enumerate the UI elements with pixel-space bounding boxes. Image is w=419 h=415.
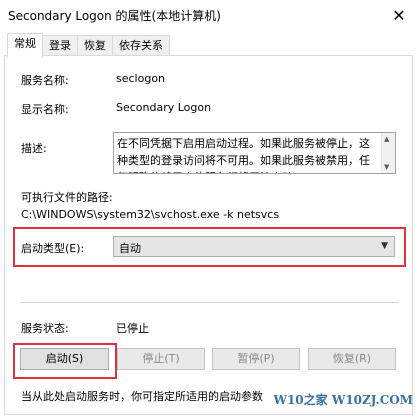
scroll-down-icon[interactable]: ▼ [384, 163, 389, 171]
stop-button[interactable]: 停止(T) [117, 348, 205, 370]
startup-type-select[interactable]: 自动 ▼ [113, 236, 395, 257]
section-divider [20, 302, 399, 303]
service-status-value: 已停止 [116, 322, 149, 335]
description-box[interactable]: 在不同凭据下启用启动过程。如果此服务被停止，这种类型的登录访问将不可用。如果此服… [113, 132, 396, 174]
description-scrollbar[interactable]: ▲ ▼ [381, 133, 395, 173]
close-icon[interactable]: ✕ [379, 0, 419, 30]
tab-general[interactable]: 常规 [7, 33, 43, 57]
startup-type-value: 自动 [119, 242, 141, 255]
pause-button[interactable]: 暂停(P) [212, 348, 300, 370]
chevron-down-icon: ▼ [381, 241, 388, 251]
display-name-value: Secondary Logon [116, 101, 212, 114]
exe-path-value: C:\WINDOWS\system32\svchost.exe -k netsv… [21, 208, 280, 221]
site-watermark: W10之家 W10ZJ.COM [273, 393, 413, 407]
tab-strip: 常规 登录 恢复 依存关系 [7, 33, 170, 57]
window-title: Secondary Logon 的属性(本地计算机) [8, 9, 221, 23]
service-name-value: seclogon [116, 72, 166, 85]
display-name-label: 显示名称: [21, 103, 69, 116]
resume-button[interactable]: 恢复(R) [308, 348, 396, 370]
service-name-label: 服务名称: [21, 74, 69, 87]
exe-path-label: 可执行文件的路径: [21, 191, 113, 204]
description-label: 描述: [21, 142, 47, 155]
tab-recovery[interactable]: 恢复 [77, 35, 113, 56]
tab-dependencies[interactable]: 依存关系 [112, 35, 170, 56]
service-status-label: 服务状态: [21, 322, 69, 335]
start-button[interactable]: 启动(S) [20, 348, 109, 370]
description-text: 在不同凭据下启用启动过程。如果此服务被停止，这种类型的登录访问将不可用。如果此服… [117, 137, 370, 173]
title-bar: Secondary Logon 的属性(本地计算机) ✕ [0, 0, 419, 30]
scroll-up-icon[interactable]: ▲ [384, 135, 389, 143]
startup-type-label: 启动类型(E): [21, 242, 85, 255]
start-parameters-hint: 当从此处启动服务时，你可指定所适用的启动参数 [21, 390, 263, 403]
tab-logon[interactable]: 登录 [42, 35, 78, 56]
